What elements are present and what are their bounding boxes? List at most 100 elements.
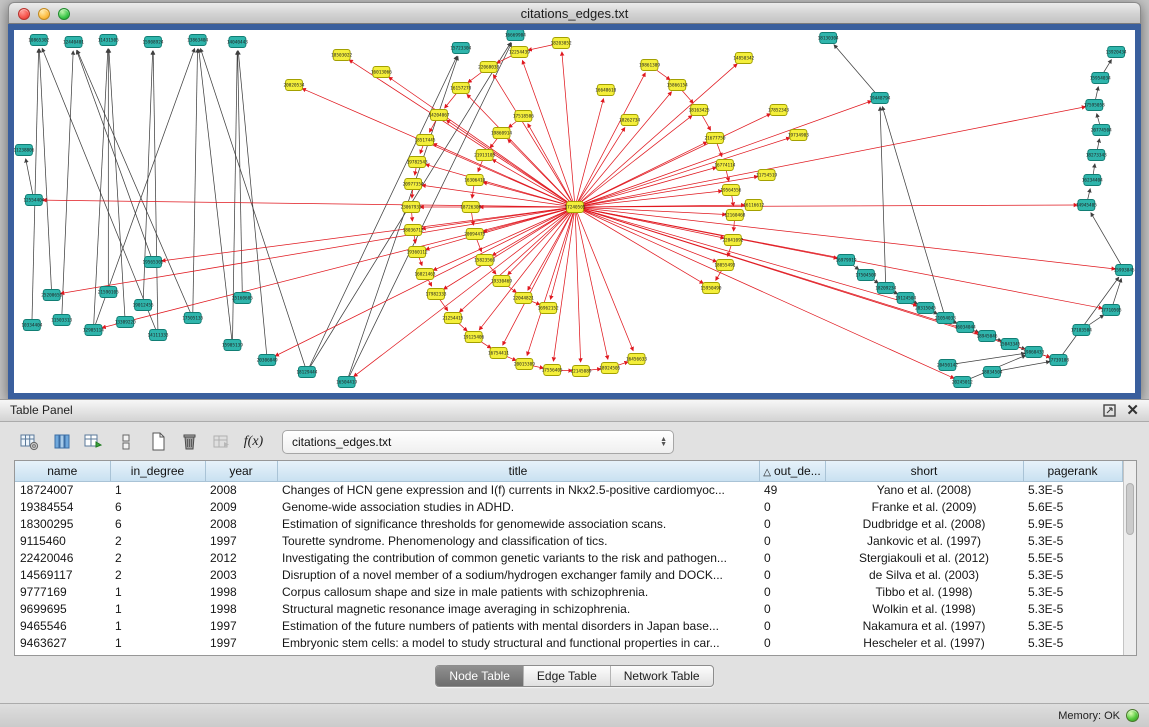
graph-node[interactable]: 18945046 [977,331,998,342]
graph-node[interactable]: 18273343 [1086,150,1107,161]
graph-edge[interactable] [347,57,458,382]
close-window-button[interactable] [18,8,30,20]
table-cell[interactable]: 5.6E-5 [1023,498,1122,515]
graph-node[interactable]: 14204067 [428,110,449,121]
graph-node[interactable]: 20020534 [284,80,305,91]
table-cell[interactable]: 1 [110,583,205,600]
table-cell[interactable]: de Silva et al. (2003) [825,566,1023,583]
new-table-button[interactable] [144,429,171,454]
graph-node[interactable]: 16648610 [595,85,616,96]
table-cell[interactable]: Nakamura et al. (1997) [825,617,1023,634]
table-cell[interactable]: Embryonic stem cells: a model to study s… [277,634,759,651]
table-cell[interactable]: 1997 [205,617,277,634]
table-cell[interactable]: 19384554 [15,498,110,515]
graph-node[interactable]: 12254439 [509,47,530,58]
table-cell[interactable]: 5.3E-5 [1023,617,1122,634]
graph-edge[interactable] [39,49,51,295]
table-cell[interactable]: Genome-wide association studies in ADHD. [277,498,759,515]
column-header-year[interactable]: year [205,461,277,481]
graph-node[interactable]: 12554404 [23,195,44,206]
table-cell[interactable]: Wolkin et al. (1998) [825,600,1023,617]
graph-node[interactable]: 19330469 [491,276,512,287]
table-cell[interactable]: 0 [759,566,825,583]
graph-node[interactable]: 17595058 [1084,100,1105,111]
table-cell[interactable]: 1998 [205,583,277,600]
graph-node[interactable]: 20015309 [514,359,535,370]
table-cell[interactable]: 2008 [205,515,277,532]
table-cell[interactable]: 1998 [205,600,277,617]
table-scrollbar-thumb[interactable] [1126,483,1134,535]
graph-edge[interactable] [26,159,34,200]
table-cell[interactable]: 9463627 [15,634,110,651]
table-cell[interactable]: 0 [759,634,825,651]
table-cell[interactable]: 2 [110,549,205,566]
graph-node[interactable]: 16962152 [538,303,559,314]
graph-node[interactable]: 15043345 [999,339,1020,350]
graph-node[interactable]: 16021463 [415,269,436,280]
graph-node[interactable]: 18130304 [818,33,839,44]
graph-edge[interactable] [503,207,575,345]
graph-edge[interactable] [43,200,575,207]
graph-node[interactable]: 19448794 [869,93,890,104]
graph-edge[interactable] [947,353,1025,365]
graph-node[interactable]: 18055493 [714,260,735,271]
table-row[interactable]: 1456911722003Disruption of a novel membe… [15,566,1122,583]
network-graph-canvas[interactable]: 1724050518203052122544392206803816157278… [14,30,1135,393]
graph-node[interactable]: 21913103 [474,150,495,161]
graph-edge[interactable] [508,139,575,207]
graph-node[interactable]: 16034044 [955,322,976,333]
graph-node[interactable]: 19564556 [720,185,741,196]
table-row[interactable]: 911546021997Tourette syndrome. Phenomeno… [15,532,1122,549]
table-selector-dropdown[interactable]: citations_edges.txt ▲▼ [282,430,674,454]
graph-edge[interactable] [77,50,153,262]
graph-node[interactable]: 13863404 [187,35,208,46]
graph-node[interactable]: 21590105 [98,287,119,298]
graph-node[interactable]: 16157278 [450,83,471,94]
graph-edge[interactable] [527,207,575,355]
table-cell[interactable]: 5.3E-5 [1023,532,1122,549]
graph-node[interactable]: 15823560 [474,255,495,266]
table-cell[interactable]: 2012 [205,549,277,566]
graph-node[interactable]: 11238806 [14,145,35,156]
graph-node[interactable]: 17982333 [425,289,446,300]
graph-node[interactable]: 18726306 [460,202,481,213]
graph-node[interactable]: 15950490 [701,283,722,294]
table-cell[interactable]: 9777169 [15,583,110,600]
graph-node[interactable]: 17505135 [182,313,203,324]
graph-node[interactable]: 16234404 [1082,175,1103,186]
table-cell[interactable]: Investigating the contribution of common… [277,549,759,566]
graph-edge[interactable] [575,116,692,207]
graph-node[interactable]: 25160605 [232,293,253,304]
graph-edge[interactable] [522,60,575,207]
table-cell[interactable]: 0 [759,532,825,549]
graph-node[interactable]: 11754519 [756,170,777,181]
graph-node[interactable]: 10865302 [28,35,49,46]
graph-node[interactable]: 15993845 [1114,265,1135,276]
graph-node[interactable]: 18163425 [689,105,710,116]
graph-node[interactable]: 15905139 [222,340,243,351]
graph-node[interactable]: 16979919 [836,255,857,266]
table-cell[interactable]: 9115460 [15,532,110,549]
table-cell[interactable]: 9699695 [15,600,110,617]
graph-node[interactable]: 20245012 [952,377,973,388]
table-cell[interactable]: 1997 [205,532,277,549]
graph-node[interactable]: 17556405 [542,365,563,376]
graph-edge[interactable] [575,207,703,283]
table-cell[interactable]: Stergiakouli et al. (2012) [825,549,1023,566]
graph-edge[interactable] [193,49,198,318]
graph-node[interactable]: 17739108 [1048,355,1069,366]
table-row[interactable]: 1872400712008Changes of HCN gene express… [15,481,1122,498]
graph-node[interactable]: 16456633 [626,354,647,365]
graph-edge[interactable] [575,107,1086,207]
graph-edge[interactable] [880,107,886,288]
window-titlebar[interactable]: citations_edges.txt [8,2,1141,24]
graph-node[interactable]: 18129444 [296,367,317,378]
table-row[interactable]: 2242004622012Investigating the contribut… [15,549,1122,566]
graph-node[interactable]: 18834504 [982,367,1003,378]
show-columns-button[interactable] [48,429,75,454]
graph-node[interactable]: 21054033 [935,313,956,324]
graph-edge[interactable] [575,207,633,351]
graph-edge[interactable] [307,56,457,372]
delete-table-button[interactable] [176,429,203,454]
table-cell[interactable]: 5.5E-5 [1023,549,1122,566]
